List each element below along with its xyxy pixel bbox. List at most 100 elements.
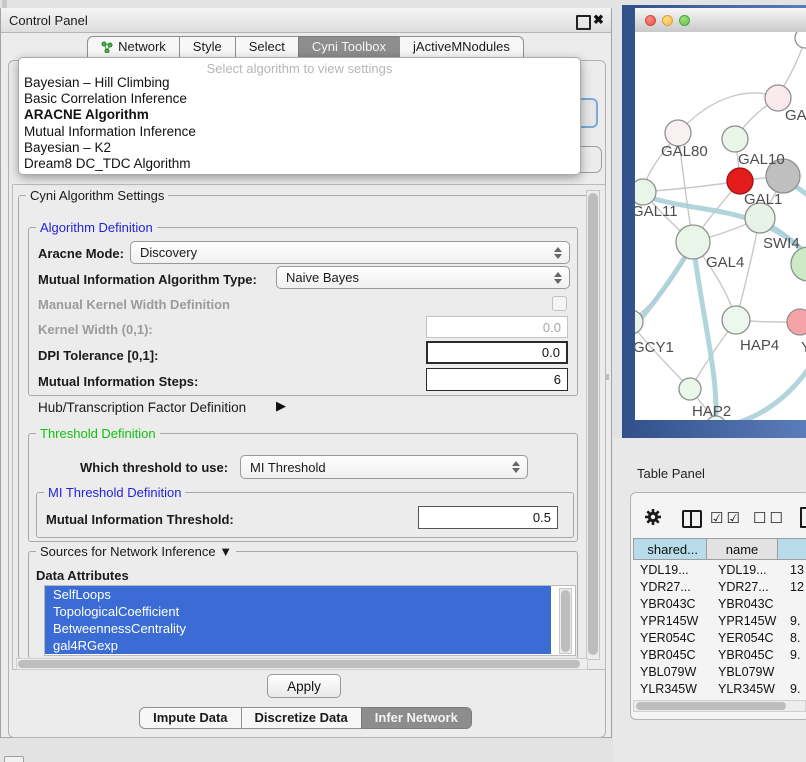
column-header-shared...[interactable]: shared... — [633, 538, 707, 560]
dpi-tolerance-label: DPI Tolerance [0,1]: — [38, 348, 158, 363]
table-cell: YDL19... — [718, 563, 784, 577]
table-row[interactable]: YER054CYER054C8. — [633, 631, 806, 648]
table-horizontal-scrollbar[interactable] — [633, 700, 806, 712]
which-threshold-combo[interactable]: MI Threshold — [240, 455, 528, 479]
table-rows: YDL19...YDL19...13YDR27...YDR27...12YBR0… — [633, 561, 806, 700]
tab-cyni-toolbox[interactable]: Cyni Toolbox — [298, 36, 400, 58]
mi-algorithm-type-value: Naive Bayes — [277, 270, 551, 285]
table-cell: YBR043C — [718, 597, 784, 611]
tab-select[interactable]: Select — [235, 36, 299, 58]
close-traffic-light-icon[interactable] — [645, 15, 656, 26]
table-row[interactable]: YDR27...YDR27...12 — [633, 580, 806, 597]
dpi-tolerance-field[interactable]: 0.0 — [426, 341, 568, 364]
settings-vertical-scrollbar[interactable] — [586, 190, 600, 660]
table-cell: YLR345W — [718, 682, 784, 696]
network-node[interactable] — [795, 32, 806, 48]
network-edge[interactable] — [678, 93, 778, 133]
network-edge[interactable] — [643, 181, 740, 192]
data-attribute-item[interactable]: gal4RGexp — [45, 637, 551, 654]
table-hscrollbar-thumb[interactable] — [636, 702, 786, 710]
table-cell: 13 — [790, 563, 806, 577]
deselect-all-columns-icon[interactable]: ☐☐ — [753, 509, 786, 527]
table-row[interactable]: YBR045CYBR045C9. — [633, 648, 806, 665]
algorithm-option[interactable]: Mutual Information Inference — [19, 124, 580, 140]
node-label-GCY1: GCY1 — [635, 339, 674, 356]
node-label-GAL1: GAL1 — [744, 191, 782, 208]
list-vertical-scrollbar[interactable] — [559, 588, 572, 654]
algorithm-option[interactable]: Basic Correlation Inference — [19, 91, 580, 107]
mi-steps-field[interactable]: 6 — [426, 368, 568, 391]
expand-right-icon[interactable]: ▶ — [276, 398, 286, 414]
tab-label: Style — [193, 36, 222, 58]
tab-style[interactable]: Style — [179, 36, 236, 58]
dropdown-placeholder: Select algorithm to view settings — [19, 58, 580, 75]
which-threshold-label: Which threshold to use: — [80, 460, 228, 475]
table-cell: 12 — [790, 580, 806, 594]
manual-kernel-width-checkbox[interactable] — [552, 296, 567, 311]
table-row[interactable]: YBR043C YBR043C — [633, 597, 806, 614]
hub-definition-expander-label[interactable]: Hub/Transcription Factor Definition — [38, 400, 246, 415]
close-icon[interactable]: ✖ — [593, 12, 604, 28]
network-node[interactable] — [679, 378, 701, 400]
mi-threshold-field[interactable]: 0.5 — [418, 506, 558, 529]
float-window-icon[interactable] — [576, 15, 591, 30]
combo-arrows-icon — [551, 272, 565, 284]
data-attribute-item[interactable]: TopologicalCoefficient — [45, 603, 551, 620]
table-cell: YPR145W — [640, 614, 710, 628]
mi-threshold-label: Mutual Information Threshold: — [46, 512, 234, 527]
network-window-titlebar[interactable] — [635, 8, 806, 33]
table-row[interactable]: YLR345WYLR345W9. — [633, 682, 806, 699]
list-scrollbar-thumb[interactable] — [561, 590, 570, 652]
network-node[interactable] — [722, 126, 748, 152]
aracne-mode-combo[interactable]: Discovery — [130, 241, 570, 264]
node-label-HAP4: HAP4 — [740, 337, 779, 354]
tab-jactivemnodules[interactable]: jActiveMNodules — [399, 36, 524, 58]
tab-network[interactable]: Network — [87, 36, 180, 58]
tab-discretize-data[interactable]: Discretize Data — [241, 707, 362, 729]
node-label-GAL4: GAL4 — [706, 254, 744, 271]
table-cell: YBR045C — [718, 648, 784, 662]
table-row[interactable]: YBL079WYBL079W — [633, 665, 806, 682]
document-icon-fragment[interactable] — [800, 507, 806, 528]
algorithm-option[interactable]: Bayesian – K2 — [19, 140, 580, 156]
minimize-traffic-light-icon[interactable] — [662, 15, 673, 26]
network-graph: GALGAL80GAL10GAL1GAL11SWI4GAL4GCY1HAP4YH… — [635, 32, 806, 420]
select-all-columns-icon[interactable]: ☑☑ — [710, 509, 743, 527]
settings-hscrollbar-thumb[interactable] — [18, 660, 580, 668]
kernel-width-field[interactable]: 0.0 — [426, 316, 568, 338]
column-header-name[interactable]: name — [707, 538, 778, 560]
column-header-extra[interactable] — [778, 538, 806, 560]
network-node[interactable] — [791, 247, 806, 281]
network-node[interactable] — [722, 306, 750, 334]
data-attribute-item[interactable]: BetweennessCentrality — [45, 620, 551, 637]
table-cell: 8. — [790, 631, 806, 645]
zoom-traffic-light-icon[interactable] — [679, 15, 690, 26]
table-settings-gear-icon[interactable] — [644, 508, 662, 526]
data-attributes-list[interactable]: SelfLoopsTopologicalCoefficientBetweenne… — [44, 585, 576, 656]
tab-impute-data[interactable]: Impute Data — [139, 707, 241, 729]
network-edge-highlighted[interactable] — [635, 244, 693, 340]
apply-button[interactable]: Apply — [267, 674, 341, 698]
algorithm-option[interactable]: ARACNE Algorithm — [19, 107, 580, 123]
aracne-mode-value: Discovery — [131, 245, 551, 260]
mi-algorithm-type-combo[interactable]: Naive Bayes — [276, 266, 570, 289]
algorithm-option[interactable]: Bayesian – Hill Climbing — [19, 75, 580, 91]
sources-group-title: Sources for Network Inference ▼ — [36, 544, 236, 559]
network-node[interactable] — [787, 309, 806, 335]
table-cell: YBR043C — [640, 597, 710, 611]
algorithm-option[interactable]: Dream8 DC_TDC Algorithm — [19, 156, 580, 172]
network-canvas[interactable]: GALGAL80GAL10GAL1GAL11SWI4GAL4GCY1HAP4YH… — [635, 32, 806, 420]
network-node[interactable] — [635, 179, 656, 205]
data-attribute-item[interactable]: SelfLoops — [45, 586, 551, 603]
split-columns-icon[interactable] — [682, 510, 702, 528]
tab-infer-network[interactable]: Infer Network — [361, 707, 472, 729]
bottom-left-button-fragment[interactable] — [4, 756, 24, 762]
table-row[interactable]: YPR145WYPR145W9. — [633, 614, 806, 631]
network-node[interactable] — [676, 225, 710, 259]
node-label-GAL11: GAL11 — [635, 203, 678, 220]
table-row[interactable]: YDL19...YDL19...13 — [633, 563, 806, 580]
settings-horizontal-scrollbar[interactable] — [16, 658, 588, 670]
divider-handle[interactable] — [606, 374, 609, 380]
settings-scrollbar-thumb[interactable] — [588, 193, 598, 655]
collapse-down-icon[interactable]: ▼ — [219, 544, 232, 559]
